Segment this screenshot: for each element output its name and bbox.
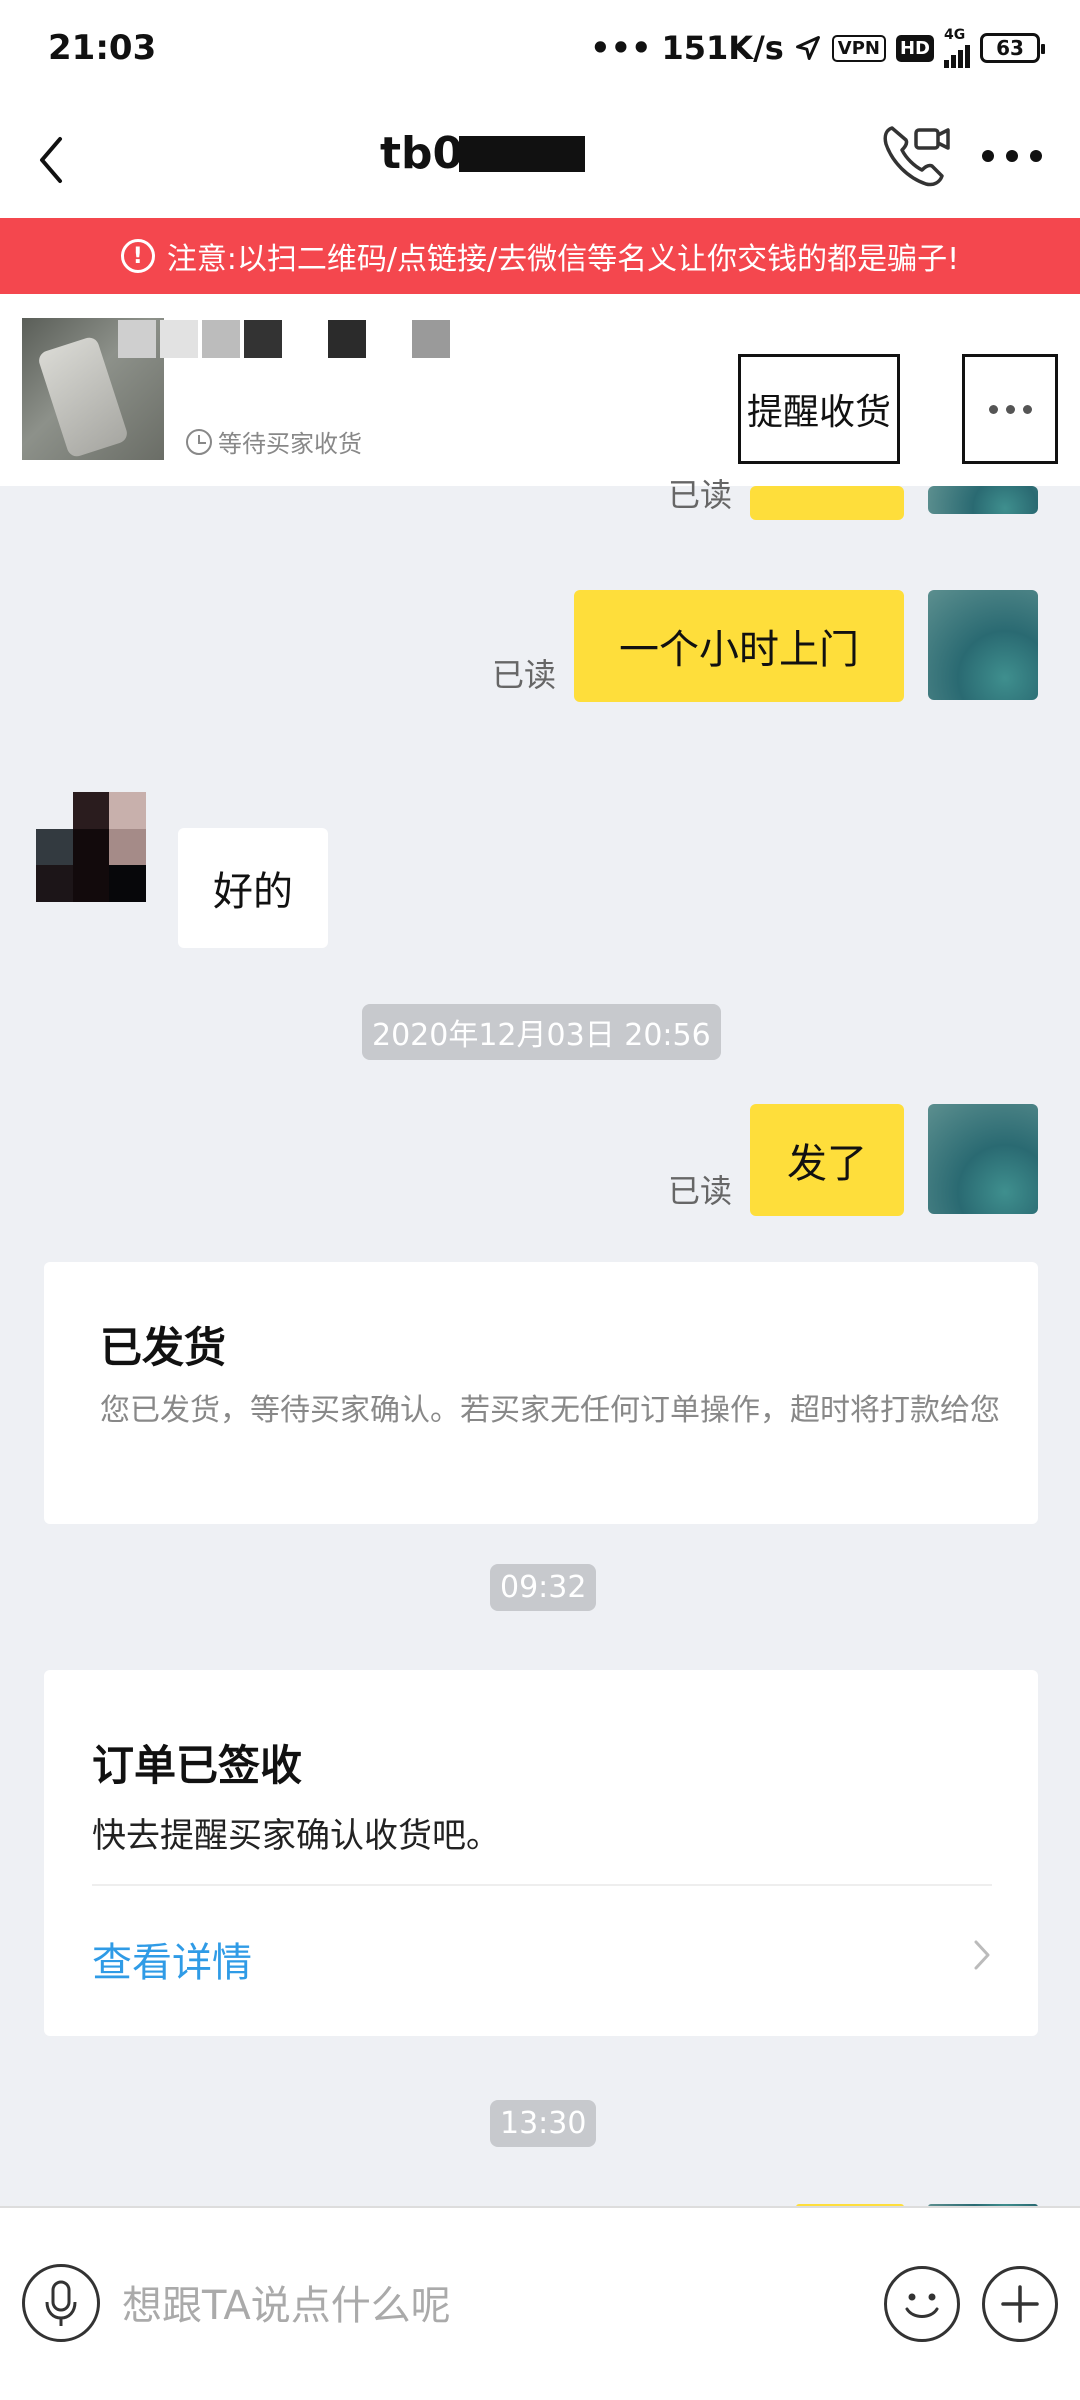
product-status-text: 等待买家收货: [218, 430, 362, 458]
add-attachment-button[interactable]: [982, 2266, 1058, 2342]
network-type: 4G: [944, 27, 966, 43]
my-avatar[interactable]: [928, 590, 1038, 700]
status-indicators: ••• 151K/s VPN HD 4G 63: [590, 28, 1045, 68]
product-status: 等待买家收货: [186, 424, 362, 459]
read-status: 已读: [668, 476, 733, 514]
chevron-right-icon: [974, 1940, 990, 1970]
timestamp: 2020年12月03日 20:56: [362, 1004, 721, 1060]
message-input[interactable]: [122, 2278, 642, 2334]
order-signed-card: 订单已签收 快去提醒买家确认收货吧。 查看详情: [44, 1670, 1038, 2036]
video-call-button[interactable]: [878, 118, 954, 194]
more-options-button[interactable]: [982, 150, 1042, 166]
card-description: 您已发货，等待买家确认。若买家无任何订单操作，超时将打款给您: [100, 1393, 1000, 1428]
card-title: 已发货: [100, 1323, 227, 1372]
my-avatar[interactable]: [928, 1104, 1038, 1214]
phone-video-icon: [883, 126, 950, 187]
my-avatar[interactable]: [928, 486, 1038, 514]
message-bubble-sent[interactable]: 一个小时上门: [574, 590, 904, 702]
card-subtitle: 快去提醒买家确认收货吧。: [92, 1816, 500, 1856]
product-more-button[interactable]: [962, 354, 1058, 464]
fraud-warning-banner: ! 注意:以扫二维码/点链接/去微信等名义让你交钱的都是骗子!: [0, 218, 1080, 294]
plus-icon: [1001, 2285, 1039, 2323]
network-speed: 151K/s: [661, 29, 784, 67]
message-bubble-received[interactable]: 好的: [178, 828, 328, 948]
card-title: 订单已签收: [92, 1741, 303, 1790]
voice-button[interactable]: [22, 2264, 100, 2342]
product-title-redacted: [118, 320, 450, 358]
shipped-notice-card: 已发货 您已发货，等待买家确认。若买家无任何订单操作，超时将打款给您: [44, 1262, 1038, 1524]
exclamation-circle-icon: !: [120, 239, 155, 273]
warning-text: 注意:以扫二维码/点链接/去微信等名义让你交钱的都是骗子!: [166, 242, 960, 277]
timestamp: 09:32: [490, 1564, 597, 1611]
chevron-left-icon: [40, 137, 62, 183]
read-status: 已读: [492, 656, 557, 694]
message-bubble-partial[interactable]: [750, 486, 904, 520]
view-details-text: 查看详情: [92, 1940, 252, 1986]
status-time: 21:03: [48, 28, 157, 68]
read-status: 已读: [668, 1172, 733, 1210]
title-redaction: [459, 135, 586, 172]
message-bubble-sent[interactable]: 发了: [750, 1104, 904, 1216]
microphone-icon: [45, 2280, 77, 2326]
signal-icon: 4G: [944, 28, 970, 68]
battery-icon: 63: [980, 33, 1045, 63]
smiley-icon: [905, 2293, 939, 2318]
chat-title: tb0: [380, 128, 464, 179]
remind-receipt-button[interactable]: 提醒收货: [738, 354, 900, 464]
timestamp: 13:30: [490, 2100, 597, 2147]
chat-title-wrap: tb0: [380, 128, 586, 179]
view-details-link[interactable]: 查看详情: [44, 1886, 1038, 2036]
emoji-button[interactable]: [884, 2266, 960, 2342]
back-button[interactable]: [36, 130, 76, 190]
hd-badge: HD: [895, 34, 934, 62]
contact-avatar[interactable]: [36, 792, 146, 902]
battery-level: 63: [996, 36, 1024, 60]
dots-icon: •••: [590, 29, 652, 67]
location-arrow-icon: [795, 36, 820, 60]
vpn-badge: VPN: [831, 34, 886, 62]
clock-icon: [186, 428, 212, 455]
